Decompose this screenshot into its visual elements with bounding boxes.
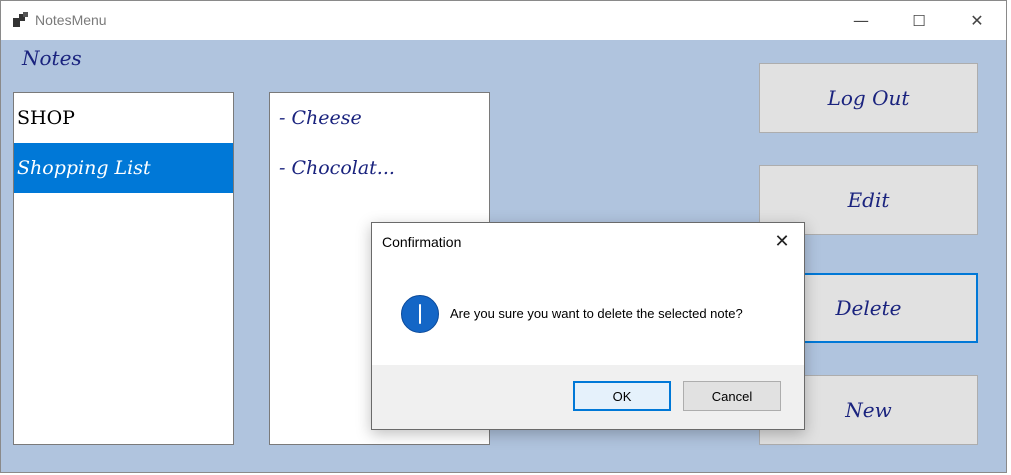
dialog-close-icon[interactable]: ✕ [770, 229, 794, 253]
cancel-button[interactable]: Cancel [683, 381, 781, 411]
title-bar[interactable]: NotesMenu — ☐ ✕ [1, 1, 1006, 40]
confirmation-dialog: Confirmation ✕ Are you sure you want to … [371, 222, 805, 430]
dialog-title: Confirmation [382, 234, 462, 250]
info-icon [401, 295, 439, 333]
dialog-message: Are you sure you want to delete the sele… [450, 306, 743, 321]
notes-heading: Notes [22, 46, 82, 70]
note-line[interactable]: - Cheese [270, 93, 489, 143]
list-item[interactable]: Shopping List [14, 143, 233, 193]
close-button[interactable]: ✕ [948, 1, 1006, 40]
window-title: NotesMenu [35, 12, 107, 28]
dialog-footer: OK Cancel [372, 365, 804, 429]
logout-button[interactable]: Log Out [759, 63, 978, 133]
ok-button[interactable]: OK [573, 381, 671, 411]
maximize-button[interactable]: ☐ [890, 1, 948, 40]
list-item[interactable]: SHOP [14, 93, 233, 143]
app-icon [13, 12, 28, 27]
minimize-button[interactable]: — [832, 1, 890, 40]
notes-listbox[interactable]: SHOP Shopping List [13, 92, 234, 445]
note-line[interactable]: - Chocolat... [270, 143, 489, 193]
